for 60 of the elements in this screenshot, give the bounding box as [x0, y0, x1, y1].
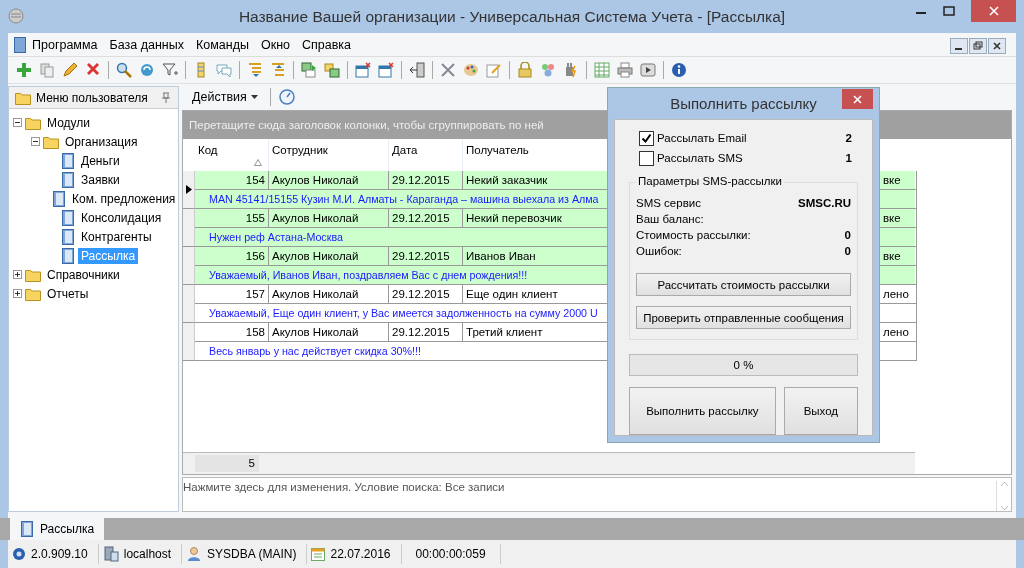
user-text: SYSDBA (MAIN) — [207, 547, 297, 561]
date-text: 22.07.2016 — [330, 547, 391, 561]
table-cell: 29.12.2015 — [389, 247, 463, 266]
table-cell: 158 — [195, 323, 269, 342]
table-cell: Акулов Николай — [269, 247, 389, 266]
host-text: localhost — [123, 547, 172, 561]
run-button[interactable]: Выполнить рассылку — [629, 387, 776, 435]
timer-text: 00:00:00:059 — [415, 547, 486, 561]
tree-item[interactable]: Ком. предложения — [69, 190, 179, 207]
table-cell: Акулов Николай — [269, 323, 389, 342]
field-value: 0 — [844, 229, 851, 241]
table-cell: 156 — [195, 247, 269, 266]
message-text: Уважаемый, Иванов Иван, поздравляем Вас с днем рождения!!! — [209, 269, 528, 281]
panel-title: Меню пользователя — [36, 90, 149, 105]
message-text: Нужен реф Астана-Москва — [209, 231, 343, 243]
tree-item[interactable]: Консолидация — [78, 209, 165, 226]
actions-menu-button[interactable]: Действия — [188, 89, 262, 104]
checkbox-label[interactable]: Рассылать SMS — [657, 152, 743, 164]
version-text: 2.0.909.10 — [31, 547, 88, 561]
message-text: Уважаемый, Еще один клиент, у Вас имеется задолженность на сумму 2000 U — [209, 307, 598, 319]
table-cell: 154 — [195, 171, 269, 190]
message-text: MAN 45141/15155 Кузин М.И. Алматы - Караганда – машина выехала из Алма — [209, 193, 599, 205]
menu-item[interactable]: Команды — [189, 35, 255, 54]
count-text: 1 — [845, 152, 852, 164]
table-cell: 29.12.2015 — [389, 171, 463, 190]
table-cell: Акулов Николай — [269, 209, 389, 228]
table-cell: 29.12.2015 — [389, 209, 463, 228]
field-label: Ошибок: — [636, 245, 682, 257]
field-value: 0 — [844, 245, 851, 257]
table-cell: Акулов Николай — [269, 285, 389, 304]
field-value: SMSC.RU — [797, 197, 851, 209]
field-label: Стоимость рассылки: — [636, 229, 751, 241]
exit-button[interactable]: Выход — [783, 387, 858, 435]
table-cell: Акулов Николай — [269, 171, 389, 190]
field-label: SMS сервис — [636, 197, 701, 209]
group-title: Параметры SMS-рассылки — [636, 175, 784, 187]
tree-item[interactable]: Модули — [44, 114, 93, 131]
progress-text: 0 % — [733, 359, 754, 371]
table-cell: 157 — [195, 285, 269, 304]
menu-item[interactable]: Справка — [296, 35, 358, 54]
document-tab[interactable]: Рассылка — [10, 518, 105, 540]
window-title: Название Вашей организации - Универсальная Система Учета - [Рассылка] — [238, 7, 786, 26]
action-button[interactable]: Проверить отправленные сообщения — [636, 306, 851, 329]
tree-item[interactable]: Контрагенты — [78, 228, 155, 245]
tree-item[interactable]: Заявки — [78, 171, 123, 188]
menu-item[interactable]: Окно — [254, 35, 296, 54]
menu-item[interactable]: База данных — [103, 35, 190, 54]
table-cell: 155 — [195, 209, 269, 228]
menu-item[interactable]: Программа — [26, 35, 104, 54]
field-label: Ваш баланс: — [636, 213, 704, 225]
tree-item[interactable]: Деньги — [78, 152, 123, 169]
action-button[interactable]: Рассчитать стоимость рассылки — [636, 273, 851, 296]
table-cell: 29.12.2015 — [389, 323, 463, 342]
message-text: Весь январь у нас действует скидка 30%!!! — [209, 345, 421, 357]
tree-item[interactable]: Отчеты — [44, 285, 92, 302]
record-count: 5 — [195, 455, 259, 472]
dialog-title: Выполнить рассылку — [670, 95, 817, 112]
tree-item[interactable]: Организация — [62, 133, 141, 150]
tree-item[interactable]: Справочники — [44, 266, 123, 283]
table-cell: 29.12.2015 — [389, 285, 463, 304]
